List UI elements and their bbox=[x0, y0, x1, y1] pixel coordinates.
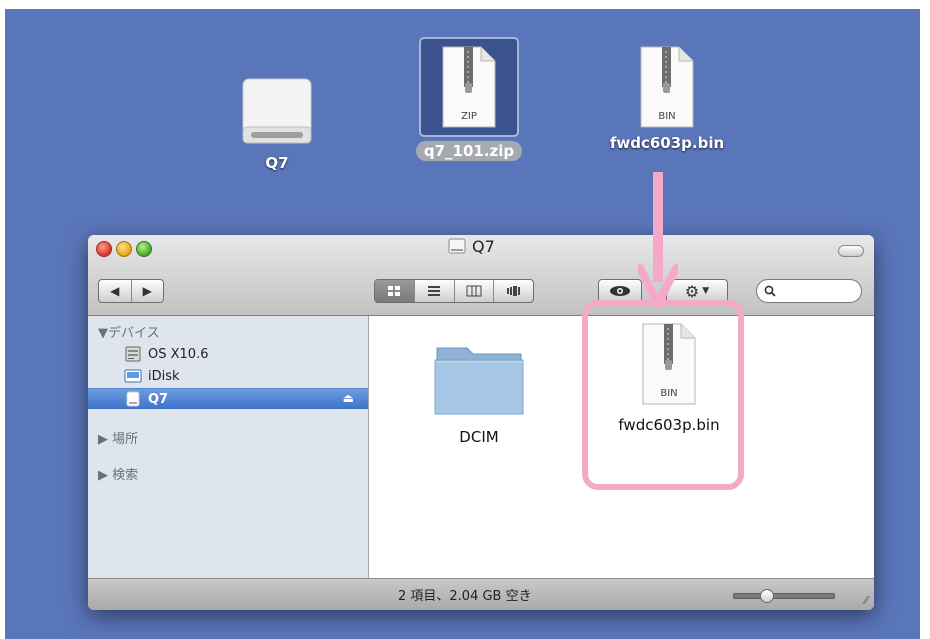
desktop-item-bin[interactable]: BIN fwdc603p.bin bbox=[597, 45, 737, 153]
search-field[interactable] bbox=[756, 279, 862, 303]
chevron-down-icon: ▼ bbox=[702, 286, 710, 296]
hard-disk-icon bbox=[125, 346, 141, 362]
search-icon bbox=[764, 285, 776, 297]
sidebar: ▼デバイス OS X10.6 iDisk Q7 ⏏ ▶ 場所 ▶ 検索 bbox=[88, 316, 369, 578]
finder-window: Q7 ◀ ▶ ⚙ ▼ ▼デバイス OS X10.6 iDisk Q7 ⏏ ▶ 場… bbox=[88, 235, 874, 610]
nav-buttons: ◀ ▶ bbox=[98, 279, 164, 303]
back-button[interactable]: ◀ bbox=[99, 280, 131, 302]
sidebar-item-label: Q7 bbox=[148, 391, 169, 407]
gear-icon: ⚙ bbox=[684, 281, 700, 301]
icon-size-slider[interactable] bbox=[733, 589, 835, 603]
desktop-item-label: q7_101.zip bbox=[415, 141, 523, 161]
desktop-item-label: fwdc603p.bin bbox=[609, 134, 725, 152]
content-item-dcim[interactable]: DCIM bbox=[419, 338, 539, 446]
close-button[interactable] bbox=[96, 241, 112, 257]
search-input[interactable] bbox=[780, 283, 854, 299]
status-bar: 2 項目、2.04 GB 空き ⁄⁄ bbox=[88, 578, 874, 610]
bin-file-icon: BIN bbox=[640, 46, 694, 128]
status-text: 2 項目、2.04 GB 空き bbox=[398, 589, 532, 604]
toolbar-toggle-button[interactable] bbox=[838, 245, 864, 257]
pink-down-arrow-icon bbox=[638, 172, 678, 308]
selection-highlight: ZIP bbox=[419, 37, 519, 137]
idisk-icon bbox=[124, 369, 142, 383]
coverflow-view-button[interactable] bbox=[493, 280, 533, 302]
window-title-text: Q7 bbox=[472, 237, 495, 256]
view-mode-buttons bbox=[374, 279, 534, 303]
icon-view-icon bbox=[388, 286, 401, 296]
sidebar-item-label: OS X10.6 bbox=[148, 346, 209, 362]
folder-icon bbox=[434, 347, 524, 415]
slider-thumb[interactable] bbox=[760, 589, 774, 603]
eject-icon[interactable]: ⏏ bbox=[343, 391, 354, 405]
file-badge: ZIP bbox=[461, 111, 477, 122]
drive-icon bbox=[448, 238, 466, 254]
list-view-icon bbox=[428, 286, 441, 296]
desktop-item-q7[interactable]: Q7 bbox=[227, 77, 327, 173]
zip-file-icon: ZIP bbox=[442, 46, 496, 128]
pink-highlight-box bbox=[582, 300, 744, 490]
window-title: Q7 bbox=[448, 237, 495, 256]
file-badge: BIN bbox=[658, 111, 675, 122]
sidebar-item-label: iDisk bbox=[148, 368, 180, 384]
list-view-button[interactable] bbox=[413, 280, 454, 302]
resize-grip-icon[interactable]: ⁄⁄ bbox=[864, 594, 868, 607]
eye-icon bbox=[610, 286, 630, 296]
window-toolbar: Q7 ◀ ▶ ⚙ ▼ bbox=[88, 235, 874, 316]
sidebar-item-os-x[interactable]: OS X10.6 bbox=[88, 344, 368, 364]
column-view-button[interactable] bbox=[453, 280, 494, 302]
sidebar-item-idisk[interactable]: iDisk bbox=[88, 366, 368, 386]
back-arrow-icon: ◀ bbox=[110, 284, 120, 298]
icon-view-button[interactable] bbox=[375, 280, 414, 302]
forward-button[interactable]: ▶ bbox=[130, 280, 164, 302]
sidebar-item-q7[interactable]: Q7 ⏏ bbox=[88, 388, 368, 409]
zoom-button[interactable] bbox=[136, 241, 152, 257]
coverflow-view-icon bbox=[506, 286, 520, 296]
column-view-icon bbox=[466, 285, 482, 297]
content-item-label: DCIM bbox=[459, 428, 499, 446]
desktop-item-zip[interactable]: ZIP q7_101.zip bbox=[409, 37, 529, 161]
drive-icon bbox=[126, 391, 140, 407]
drive-icon bbox=[242, 78, 312, 144]
sidebar-search-header[interactable]: ▶ 検索 bbox=[98, 464, 138, 483]
desktop-item-label: Q7 bbox=[265, 154, 289, 172]
sidebar-devices-header[interactable]: ▼デバイス bbox=[98, 322, 160, 341]
sidebar-places-header[interactable]: ▶ 場所 bbox=[98, 428, 138, 447]
forward-arrow-icon: ▶ bbox=[142, 284, 152, 298]
minimize-button[interactable] bbox=[116, 241, 132, 257]
